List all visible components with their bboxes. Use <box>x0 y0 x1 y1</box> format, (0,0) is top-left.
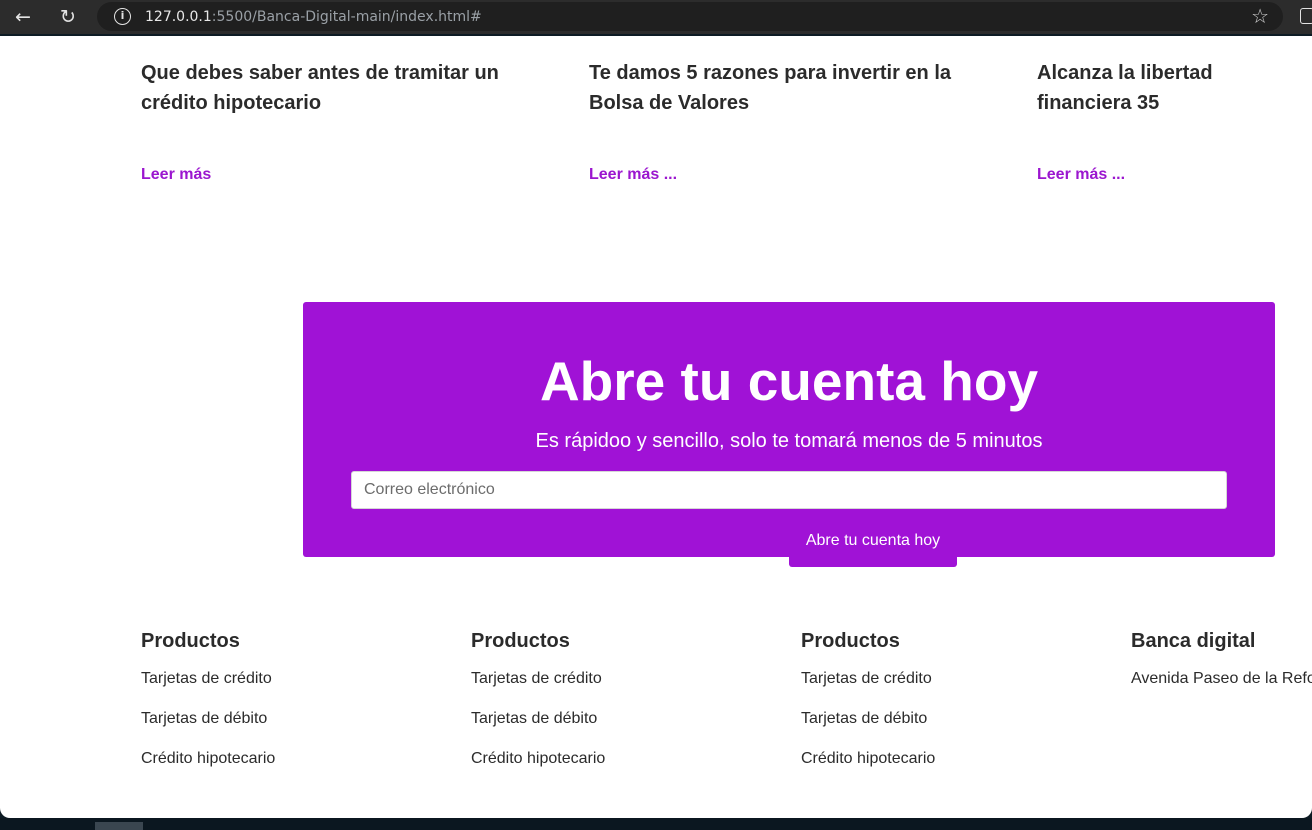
article-title: Que debes saber antes de tramitar un cré… <box>141 62 499 114</box>
footer-link[interactable]: Tarjetas de débito <box>801 709 1101 729</box>
footer-column: Productos Tarjetas de crédito Tarjetas d… <box>471 629 771 789</box>
read-more-link[interactable]: Leer más ... <box>589 166 677 184</box>
article-title: Te damos 5 razones para invertir en la B… <box>589 62 951 114</box>
read-more-link[interactable]: Leer más <box>141 166 211 184</box>
footer-column: Banca digital Avenida Paseo de la Refo <box>1131 629 1312 709</box>
article-title: Alcanza la libertad financiera 35 <box>1037 62 1213 114</box>
taskbar-item <box>95 822 143 830</box>
article-card: Alcanza la libertad financiera 35 Leer m… <box>1037 58 1312 183</box>
footer-link-list: Avenida Paseo de la Refo <box>1131 669 1312 689</box>
address-bar[interactable]: i 127.0.0.1:5500/Banca-Digital-main/inde… <box>97 2 1283 31</box>
footer-column-title: Productos <box>141 630 240 652</box>
star-icon[interactable]: ☆ <box>1251 5 1269 27</box>
footer-link[interactable]: Crédito hipotecario <box>471 749 771 769</box>
footer-link[interactable]: Crédito hipotecario <box>801 749 1101 769</box>
footer-link-list: Tarjetas de crédito Tarjetas de débito C… <box>141 669 441 769</box>
footer-link[interactable]: Tarjetas de crédito <box>801 669 1101 689</box>
url-host: 127.0.0.1 <box>145 9 212 25</box>
side-panel-icon[interactable] <box>1300 8 1312 24</box>
article-card: Que debes saber antes de tramitar un cré… <box>141 58 541 183</box>
footer-column-title: Banca digital <box>1131 630 1256 652</box>
footer-link-list: Tarjetas de crédito Tarjetas de débito C… <box>471 669 771 769</box>
open-account-banner: Abre tu cuenta hoy Es rápidoo y sencillo… <box>303 302 1275 557</box>
email-field[interactable] <box>351 471 1227 509</box>
footer-column-title: Productos <box>801 630 900 652</box>
footer-column: Productos Tarjetas de crédito Tarjetas d… <box>801 629 1101 789</box>
cta-subtitle: Es rápidoo y sencillo, solo te tomará me… <box>535 430 1043 452</box>
read-more-link[interactable]: Leer más ... <box>1037 166 1125 184</box>
footer-link[interactable]: Tarjetas de débito <box>471 709 771 729</box>
footer-column-title: Productos <box>471 630 570 652</box>
footer-link[interactable]: Tarjetas de débito <box>141 709 441 729</box>
browser-toolbar: ← ↻ i 127.0.0.1:5500/Banca-Digital-main/… <box>0 0 1312 34</box>
cta-title: Abre tu cuenta hoy <box>539 350 1039 412</box>
footer-link[interactable]: Tarjetas de crédito <box>471 669 771 689</box>
footer-column: Productos Tarjetas de crédito Tarjetas d… <box>141 629 441 789</box>
url-path: :5500/Banca-Digital-main/index.html# <box>211 9 482 25</box>
url-text[interactable]: 127.0.0.1:5500/Banca-Digital-main/index.… <box>145 9 482 25</box>
footer-address: Avenida Paseo de la Refo <box>1131 670 1312 687</box>
reload-icon[interactable]: ↻ <box>54 4 82 30</box>
back-arrow-icon[interactable]: ← <box>9 4 37 30</box>
info-icon[interactable]: i <box>114 8 131 25</box>
footer-link-list: Tarjetas de crédito Tarjetas de débito C… <box>801 669 1101 769</box>
open-account-button[interactable]: Abre tu cuenta hoy <box>789 520 957 567</box>
desktop-background <box>0 818 1312 830</box>
page-viewport: Que debes saber antes de tramitar un cré… <box>0 36 1312 818</box>
footer-link[interactable]: Crédito hipotecario <box>141 749 441 769</box>
article-card: Te damos 5 razones para invertir en la B… <box>589 58 979 183</box>
footer-link[interactable]: Tarjetas de crédito <box>141 669 441 689</box>
